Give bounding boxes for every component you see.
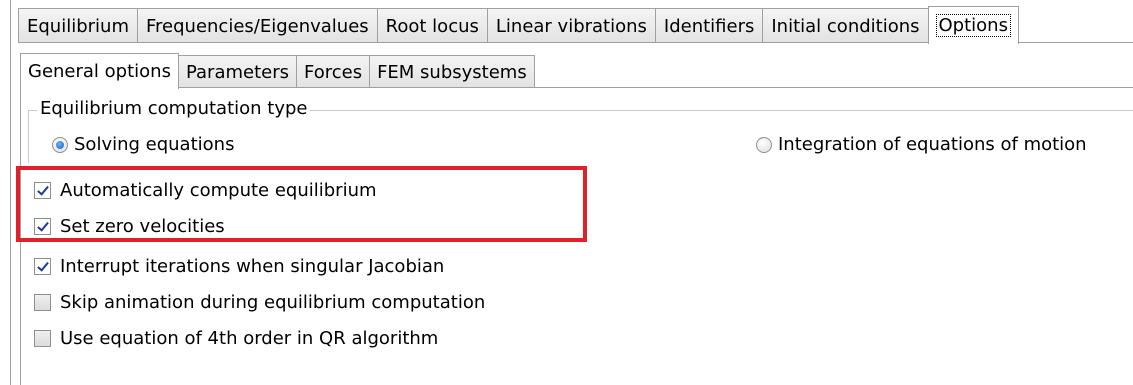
checkbox-icon[interactable] [34,182,51,199]
tab-label: Equilibrium [27,15,129,37]
window-left-border [10,0,11,385]
checkbox-label: Automatically compute equilibrium [60,180,377,201]
checkbox-icon[interactable] [34,330,51,347]
group-title: Equilibrium computation type [37,98,311,119]
tab-frequencies-eigenvalues[interactable]: Frequencies/Eigenvalues [136,8,378,43]
tab-label: Initial conditions [771,15,920,37]
checkbox-interrupt-iterations[interactable]: Interrupt iterations when singular Jacob… [34,256,444,277]
radio-label: Integration of equations of motion [778,134,1087,155]
checkbox-set-zero-velocities[interactable]: Set zero velocities [34,216,225,237]
tab-label: Linear vibrations [495,15,647,37]
tab-forces[interactable]: Forces [296,55,371,88]
checkbox-label: Skip animation during equilibrium comput… [60,292,486,313]
checkbox-skip-animation[interactable]: Skip animation during equilibrium comput… [34,292,485,313]
tab-label: Identifiers [663,15,755,37]
tab-label: Frequencies/Eigenvalues [145,15,369,37]
panel-left-border [20,87,21,385]
tab-options[interactable]: Options [927,6,1019,44]
tab-label: Forces [304,61,363,83]
radio-solving-equations[interactable]: Solving equations [52,134,234,155]
tab-linear-vibrations[interactable]: Linear vibrations [486,8,656,43]
checkbox-icon[interactable] [34,258,51,275]
tab-label: Options [935,14,1011,37]
checkbox-icon[interactable] [34,218,51,235]
radio-button-icon[interactable] [52,136,68,153]
tab-label: Parameters [185,61,289,83]
radio-integration-of-equations[interactable]: Integration of equations of motion [756,134,1087,155]
tab-parameters[interactable]: Parameters [177,55,297,88]
options-window: Equilibrium Frequencies/Eigenvalues Root… [0,0,1133,385]
inner-tab-strip: General options Parameters Forces FEM su… [20,52,535,89]
radio-button-icon[interactable] [756,136,772,153]
tab-fem-subsystems[interactable]: FEM subsystems [369,55,535,88]
checkbox-label: Use equation of 4th order in QR algorith… [60,328,439,349]
checkbox-auto-compute-equilibrium[interactable]: Automatically compute equilibrium [34,180,377,201]
tab-equilibrium[interactable]: Equilibrium [18,8,138,43]
tab-general-options[interactable]: General options [20,53,179,89]
tab-label: General options [28,61,171,82]
tab-root-locus[interactable]: Root locus [376,8,488,43]
checkbox-label: Interrupt iterations when singular Jacob… [60,256,445,277]
checkbox-label: Set zero velocities [60,216,225,237]
checkbox-icon[interactable] [34,294,51,311]
top-tab-strip: Equilibrium Frequencies/Eigenvalues Root… [18,5,1019,44]
tab-identifiers[interactable]: Identifiers [654,8,764,43]
inner-tab-divider [20,87,1133,88]
tab-initial-conditions[interactable]: Initial conditions [762,8,929,43]
tab-label: Root locus [385,15,479,37]
radio-label: Solving equations [74,134,235,155]
tab-label: FEM subsystems [377,61,527,83]
checkbox-use-4th-order-qr[interactable]: Use equation of 4th order in QR algorith… [34,328,438,349]
